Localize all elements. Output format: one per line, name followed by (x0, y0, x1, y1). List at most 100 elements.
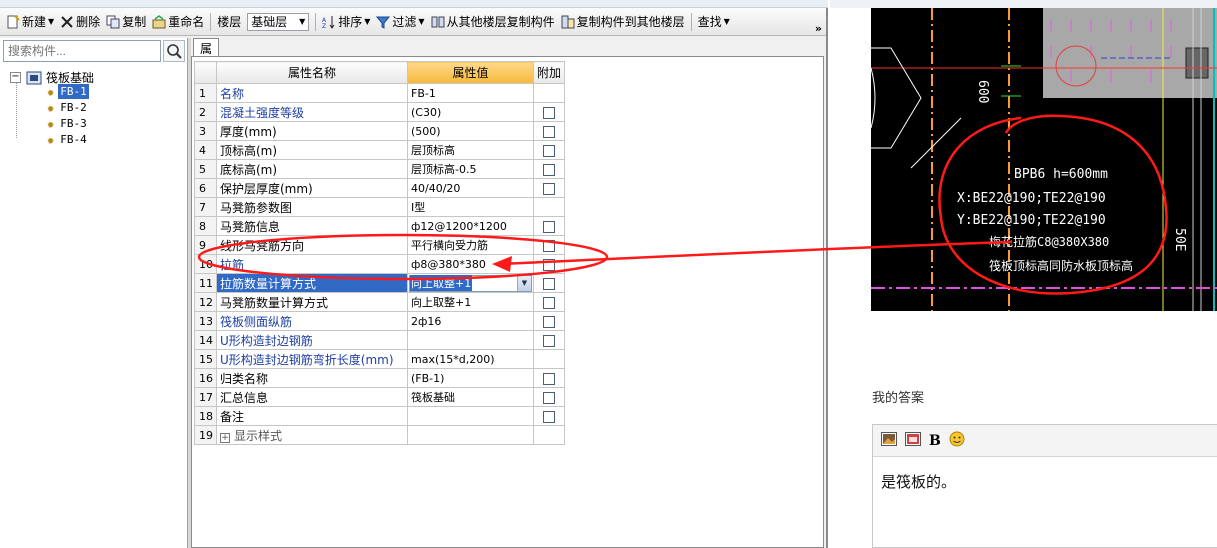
component-gear-icon: ✹ (47, 132, 55, 147)
table-row[interactable]: 15 U形构造封边钢筋弯折长度(mm) max(15*d,200) (194, 349, 566, 369)
property-value[interactable]: 2ф16 (407, 311, 534, 331)
extra-checkbox[interactable] (543, 315, 555, 328)
property-value[interactable]: 筏板基础 (407, 387, 534, 407)
extra-checkbox[interactable] (543, 277, 555, 290)
extra-checkbox[interactable] (543, 296, 555, 309)
property-value[interactable] (407, 330, 534, 350)
property-value[interactable] (407, 406, 534, 426)
expand-icon[interactable]: + (220, 432, 230, 443)
floor-select[interactable]: 基础层 ▼ (247, 12, 310, 31)
table-row[interactable]: 7 马凳筋参数图 Ⅰ型 (194, 197, 566, 217)
column-header-name[interactable]: 属性名称 (216, 61, 408, 84)
extra-checkbox[interactable] (543, 144, 555, 157)
browser-top-strip (830, 0, 1217, 8)
bold-button[interactable]: B (929, 433, 941, 449)
property-value[interactable]: ф8@380*380 (407, 254, 534, 274)
property-name: 筏板侧面纵筋 (216, 311, 408, 331)
table-row[interactable]: 9 线形马凳筋方向 平行横向受力筋 (194, 235, 566, 255)
toolbar: 新建 ▼ 删除 复制 重命名 楼层 基础层 ▼ AZ 排序 ▼ 过滤 ▼ 从其他… (0, 8, 826, 36)
copy-to-other-floor-button[interactable]: 复制构件到其他楼层 (558, 11, 688, 33)
table-row[interactable]: 2 混凝土强度等级 (C30) (194, 102, 566, 122)
table-row[interactable]: 6 保护层厚度(mm) 40/40/20 (194, 178, 566, 198)
find-button[interactable]: 查找 ▼ (695, 11, 733, 33)
component-search-input[interactable] (3, 40, 161, 62)
sort-button[interactable]: AZ 排序 ▼ (319, 11, 373, 33)
tree-item-fb-1[interactable]: ✹ FB-1 (47, 84, 89, 99)
picture-icon (905, 432, 921, 446)
answer-text[interactable]: 是筏板的。 (873, 457, 1217, 506)
table-row[interactable]: 16 归类名称 (FB-1) (194, 368, 566, 388)
emoji-button[interactable] (949, 431, 965, 450)
extra-checkbox[interactable] (543, 334, 555, 347)
property-value[interactable]: Ⅰ型 (407, 197, 534, 217)
table-row[interactable]: 1 名称 FB-1 (194, 83, 566, 103)
property-name: 名称 (216, 83, 408, 103)
property-value[interactable]: 层顶标高-0.5 (407, 159, 534, 179)
tree-item-fb-3[interactable]: ✹ FB-3 (47, 116, 89, 131)
delete-button[interactable]: 删除 (57, 11, 103, 33)
property-value[interactable]: FB-1 (407, 83, 534, 103)
property-value[interactable]: (C30) (407, 102, 534, 122)
chevron-down-icon[interactable]: ▼ (517, 275, 531, 291)
filter-button[interactable]: 过滤 ▼ (373, 11, 427, 33)
table-row[interactable]: 8 马凳筋信息 ф12@1200*1200 (194, 216, 566, 236)
rename-button[interactable]: 重命名 (149, 11, 207, 33)
table-row-selected[interactable]: 11 拉筋数量计算方式 向上取整+1 ▼ (194, 273, 566, 293)
new-button[interactable]: 新建 ▼ (3, 11, 57, 33)
table-row[interactable]: 3 厚度(mm) (500) (194, 121, 566, 141)
row-number: 11 (194, 273, 217, 293)
property-value[interactable]: 向上取整+1 (407, 292, 534, 312)
extra-checkbox[interactable] (543, 258, 555, 271)
property-value[interactable]: 40/40/20 (407, 178, 534, 198)
row-number: 8 (194, 216, 217, 236)
insert-picture-button[interactable] (905, 432, 921, 449)
copy-button[interactable]: 复制 (103, 11, 149, 33)
search-button[interactable] (163, 40, 185, 62)
table-row[interactable]: 10 拉筋 ф8@380*380 (194, 254, 566, 274)
property-name: 拉筋 (216, 254, 408, 274)
table-row[interactable]: 4 顶标高(m) 层顶标高 (194, 140, 566, 160)
extra-checkbox[interactable] (543, 410, 555, 423)
table-row[interactable]: 14 U形构造封边钢筋 (194, 330, 566, 350)
copy-from-other-floor-button[interactable]: 从其他楼层复制构件 (428, 11, 558, 33)
calc-method-dropdown[interactable]: 向上取整+1 ▼ (409, 274, 532, 292)
extra-checkbox[interactable] (543, 125, 555, 138)
browser-content: 600 BPB6 h=600mm X:BE22@190;TE22@190 Y:B… (830, 0, 1217, 548)
column-header-extra[interactable]: 附加 (532, 61, 566, 84)
property-value[interactable]: max(15*d,200) (407, 349, 534, 369)
table-row[interactable]: 18 备注 (194, 406, 566, 426)
property-value[interactable]: 层顶标高 (407, 140, 534, 160)
new-icon (6, 14, 20, 29)
extra-checkbox[interactable] (543, 391, 555, 404)
table-row[interactable]: 13 筏板侧面纵筋 2ф16 (194, 311, 566, 331)
toolbar-separator (690, 12, 692, 31)
tree-item-fb-4[interactable]: ✹ FB-4 (47, 132, 89, 147)
app-window: 新建 ▼ 删除 复制 重命名 楼层 基础层 ▼ AZ 排序 ▼ 过滤 ▼ 从其他… (0, 0, 828, 548)
search-icon (167, 44, 182, 59)
property-group-display-style[interactable]: + 显示样式 (216, 425, 408, 445)
extra-checkbox[interactable] (543, 106, 555, 119)
extra-checkbox[interactable] (543, 163, 555, 176)
property-value[interactable]: (FB-1) (407, 368, 534, 388)
property-value[interactable]: 平行横向受力筋 (407, 235, 534, 255)
table-row[interactable]: 19 + 显示样式 (194, 425, 566, 445)
toolbar-separator (315, 12, 317, 31)
table-row[interactable]: 12 马凳筋数量计算方式 向上取整+1 (194, 292, 566, 312)
extra-checkbox[interactable] (543, 182, 555, 195)
table-row[interactable]: 5 底标高(m) 层顶标高-0.5 (194, 159, 566, 179)
toolbar-overflow-button[interactable]: » (815, 22, 822, 35)
toolbar-separator (210, 12, 212, 31)
component-gear-icon: ✹ (47, 100, 55, 115)
property-value[interactable]: ф12@1200*1200 (407, 216, 534, 236)
tree-item-fb-2[interactable]: ✹ FB-2 (47, 100, 89, 115)
collapse-icon[interactable]: − (10, 72, 21, 83)
property-value[interactable]: (500) (407, 121, 534, 141)
table-row[interactable]: 17 汇总信息 筏板基础 (194, 387, 566, 407)
column-header-value[interactable]: 属性值 (407, 61, 534, 84)
property-value[interactable] (407, 425, 534, 445)
tab-property-edit[interactable]: 属性编辑 (193, 38, 220, 107)
extra-checkbox[interactable] (543, 220, 555, 233)
extra-checkbox[interactable] (543, 239, 555, 252)
extra-checkbox[interactable] (543, 372, 555, 385)
insert-image-button[interactable] (881, 432, 897, 449)
